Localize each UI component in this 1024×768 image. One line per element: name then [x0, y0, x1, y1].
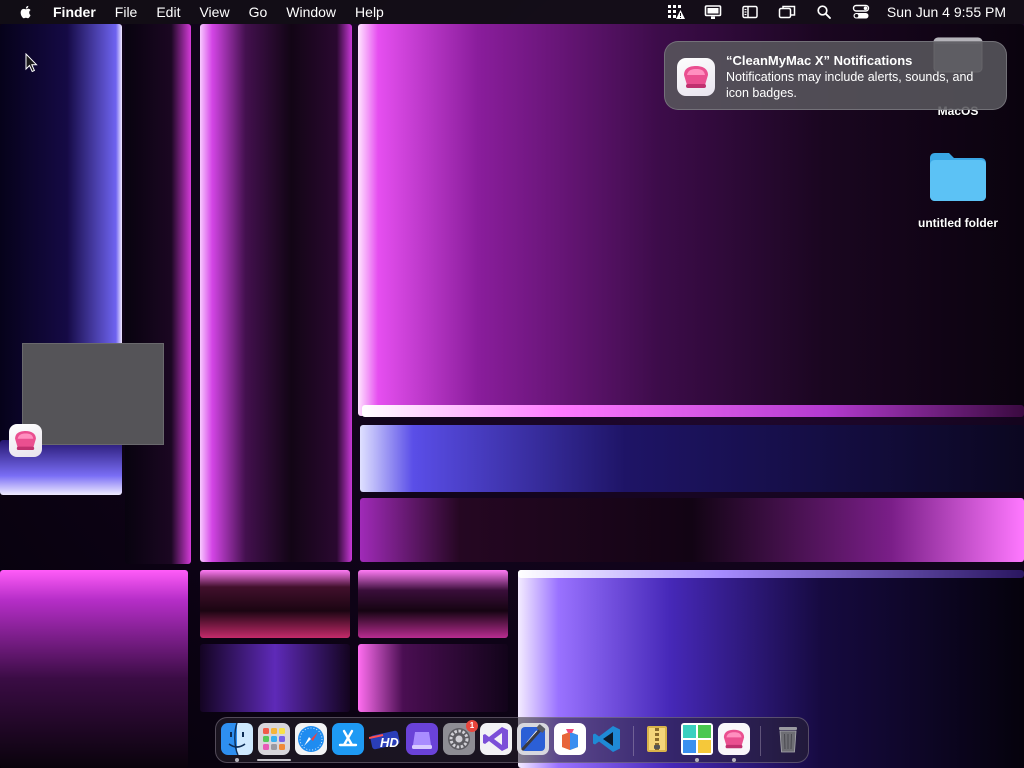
- dock-separator: [633, 726, 634, 756]
- visual-studio-icon: [480, 723, 512, 755]
- dock-system-settings[interactable]: 1: [443, 720, 478, 755]
- cleanmymac-icon: [718, 723, 750, 755]
- notification-body: Notifications may include alerts, sounds…: [726, 70, 974, 100]
- cleanmymac-floating-icon[interactable]: [9, 424, 42, 457]
- dock-archive-utility[interactable]: [641, 723, 673, 755]
- menu-edit[interactable]: Edit: [156, 4, 180, 20]
- system-settings-badge: 1: [466, 720, 478, 732]
- dock-trash[interactable]: [772, 723, 804, 755]
- vscode-icon: [593, 726, 620, 752]
- menu-app-name[interactable]: Finder: [53, 4, 96, 20]
- menu-window[interactable]: Window: [286, 4, 336, 20]
- dock-running-dot-cleanmymac: [732, 758, 736, 762]
- notification-banner[interactable]: “CleanMyMac X” Notifications Notificatio…: [664, 41, 1007, 110]
- archive-utility-icon: [647, 726, 667, 752]
- xcode-icon: [517, 723, 549, 755]
- finder-icon: [221, 722, 253, 756]
- dock-running-dot-color-grid: [695, 758, 699, 762]
- safari-icon: [295, 723, 327, 755]
- cleanmymac-notification-icon: [677, 58, 715, 96]
- dock-visual-studio[interactable]: [480, 723, 512, 755]
- notification-title: “CleanMyMac X” Notifications: [726, 53, 913, 68]
- menu-file[interactable]: File: [115, 4, 138, 20]
- dock-launchpad[interactable]: [258, 723, 290, 755]
- display-icon[interactable]: [703, 4, 723, 20]
- sidebar-icon[interactable]: [740, 4, 760, 20]
- dock-color-grid-app[interactable]: [681, 723, 713, 755]
- app-store-icon: [332, 723, 364, 755]
- desktop-folder-untitled[interactable]: untitled folder: [905, 150, 1011, 234]
- dock-safari[interactable]: [295, 723, 327, 755]
- dock-finder[interactable]: [221, 722, 253, 756]
- apple-logo-icon[interactable]: [18, 4, 34, 20]
- menu-bar: Finder File Edit View Go Window Help Sun…: [0, 0, 1024, 24]
- dock-cleanmymac[interactable]: [718, 723, 750, 755]
- dock-stack-app[interactable]: [406, 723, 438, 755]
- desktop[interactable]: Finder File Edit View Go Window Help Sun…: [0, 0, 1024, 768]
- stack-app-icon: [406, 723, 438, 755]
- hp-icon: HD: [368, 730, 400, 750]
- desktop-folder-label: untitled folder: [918, 216, 998, 230]
- color-grid-app-icon: [681, 723, 713, 755]
- launchpad-icon: [258, 723, 290, 755]
- menu-bar-clock[interactable]: Sun Jun 4 9:55 PM: [887, 4, 1006, 20]
- control-center-icon[interactable]: [851, 4, 871, 20]
- dock: HD 1: [215, 717, 809, 763]
- folder-icon: [930, 153, 986, 201]
- menu-help[interactable]: Help: [355, 4, 384, 20]
- dock-gift-app[interactable]: [554, 723, 586, 755]
- floating-window-placeholder[interactable]: [22, 343, 164, 445]
- menu-go[interactable]: Go: [249, 4, 268, 20]
- mouse-cursor-icon: [25, 53, 38, 73]
- dock-scroll-indicator: [257, 759, 291, 761]
- search-icon[interactable]: [814, 4, 834, 20]
- dock-xcode[interactable]: [517, 723, 549, 755]
- svg-text:HD: HD: [380, 735, 399, 750]
- dock-separator-2: [760, 726, 761, 756]
- gift-app-icon: [554, 723, 586, 755]
- dock-app-store[interactable]: [332, 723, 364, 755]
- dock-hp[interactable]: HD: [368, 723, 401, 755]
- windows-icon[interactable]: [777, 4, 797, 20]
- dock-running-dot-finder: [235, 758, 239, 762]
- trash-icon: [779, 727, 797, 753]
- dock-vscode[interactable]: [591, 723, 623, 755]
- menu-view[interactable]: View: [199, 4, 229, 20]
- grid-alert-icon[interactable]: [666, 4, 686, 20]
